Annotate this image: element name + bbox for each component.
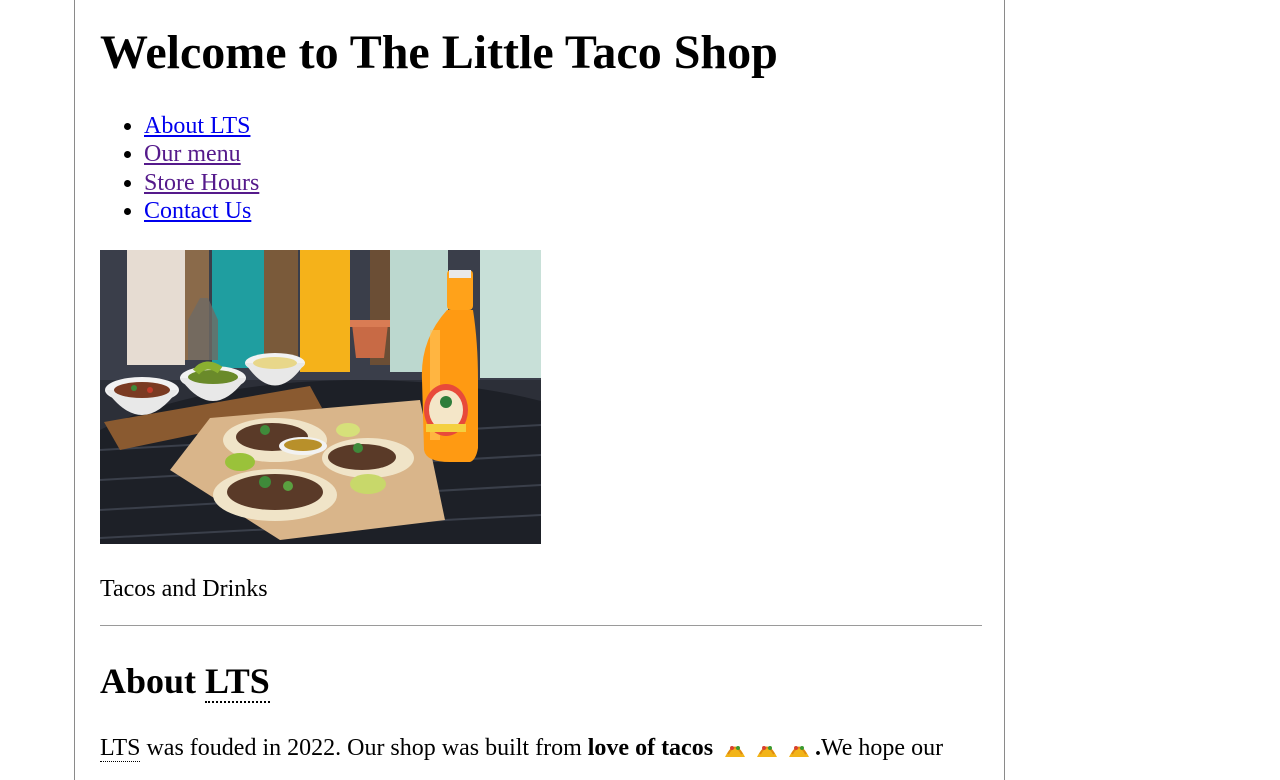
nav-link-about[interactable]: About LTS: [144, 113, 250, 139]
about-text: was fouded in 2022. Our shop was built f…: [140, 735, 588, 761]
section-divider: [100, 625, 982, 626]
nav-item: Our menu: [144, 140, 259, 168]
nav-link-store-hours[interactable]: Store Hours: [144, 170, 259, 196]
nav-link-contact[interactable]: Contact Us: [144, 198, 251, 224]
tacos-and-drinks-image: [100, 250, 541, 544]
taco-emoji-icon: [751, 735, 783, 761]
page-title: Welcome to The Little Taco Shop: [100, 26, 778, 79]
taco-emoji-icon: [783, 735, 815, 761]
page-container: Welcome to The Little Taco Shop About LT…: [74, 0, 1005, 780]
nav-item: Store Hours: [144, 169, 259, 197]
nav-list: About LTS Our menu Store Hours Contact U…: [100, 112, 259, 225]
about-heading: About LTS: [100, 660, 270, 703]
tacos-photo-illustration: [100, 250, 541, 544]
image-caption: Tacos and Drinks: [100, 576, 268, 602]
love-of-tacos-text: love of tacos: [587, 735, 714, 761]
nav-link-menu[interactable]: Our menu: [144, 141, 241, 167]
about-text-continued: We hope our: [821, 735, 944, 761]
nav-item: About LTS: [144, 112, 259, 140]
lts-abbreviation: LTS: [100, 735, 141, 762]
nav-item: Contact Us: [144, 197, 259, 225]
about-paragraph: LTS was fouded in 2022. Our shop was bui…: [100, 734, 943, 762]
lts-abbreviation: LTS: [205, 661, 270, 703]
about-heading-prefix: About: [100, 661, 206, 701]
taco-emoji-icon: [719, 735, 751, 761]
